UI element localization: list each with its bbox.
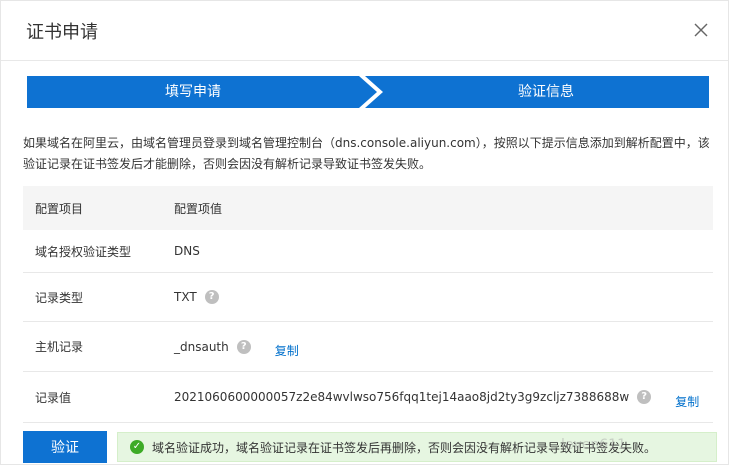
table-row: 记录类型 TXT ? bbox=[23, 273, 713, 322]
dns-config-table: 配置项目 配置项值 域名授权验证类型 DNS 记录类型 TXT ? 主机记录 _… bbox=[23, 186, 713, 423]
step-2-label: 验证信息 bbox=[518, 84, 574, 100]
row-key: 域名授权验证类型 bbox=[35, 244, 132, 259]
row-value: DNS bbox=[174, 244, 200, 258]
dialog-header: 证书申请 bbox=[1, 1, 728, 61]
copy-host-record-link[interactable]: 复制 bbox=[275, 342, 299, 359]
copy-record-value-link[interactable]: 复制 bbox=[675, 393, 699, 410]
row-value: _dnsauth bbox=[174, 339, 229, 354]
row-key: 记录值 bbox=[35, 390, 72, 405]
help-icon[interactable]: ? bbox=[637, 390, 652, 404]
help-icon[interactable]: ? bbox=[204, 290, 219, 304]
table-row: 记录值 2021060600000057z2e84wvlwso756fqq1te… bbox=[23, 372, 713, 423]
success-alert: ✓ 域名验证成功，域名验证记录在证书签发后再删除，否则会因没有解析记录导致证书签… bbox=[117, 432, 717, 462]
success-message: 域名验证成功，域名验证记录在证书签发后再删除，否则会因没有解析记录导致证书签发失… bbox=[152, 440, 657, 455]
header-config-item: 配置项目 bbox=[35, 201, 84, 216]
instruction-text: 如果域名在阿里云，由域名管理员登录到域名管理控制台（dns.console.al… bbox=[23, 136, 710, 171]
header-config-value: 配置项值 bbox=[174, 201, 223, 216]
table-row: 域名授权验证类型 DNS bbox=[23, 230, 713, 273]
table-header-row: 配置项目 配置项值 bbox=[23, 186, 713, 230]
check-circle-icon: ✓ bbox=[130, 440, 144, 454]
close-icon[interactable] bbox=[690, 19, 712, 41]
step-indicator: 填写申请 验证信息 bbox=[27, 76, 709, 108]
row-value: TXT bbox=[174, 290, 197, 304]
step-1-label: 填写申请 bbox=[165, 84, 221, 100]
dialog-title: 证书申请 bbox=[26, 22, 98, 43]
table-row: 主机记录 _dnsauth ? 复制 bbox=[23, 322, 713, 372]
help-icon[interactable]: ? bbox=[236, 339, 251, 354]
row-key: 主机记录 bbox=[35, 340, 84, 354]
row-value: 2021060600000057z2e84wvlwso756fqq1tej14a… bbox=[174, 390, 630, 404]
row-key: 记录类型 bbox=[35, 290, 84, 305]
certificate-dialog: 证书申请 填写申请 验证信息 如果域名在阿里云，由域名管理员登录到域名管理控制台… bbox=[0, 0, 729, 465]
verify-button[interactable]: 验证 bbox=[23, 431, 107, 463]
